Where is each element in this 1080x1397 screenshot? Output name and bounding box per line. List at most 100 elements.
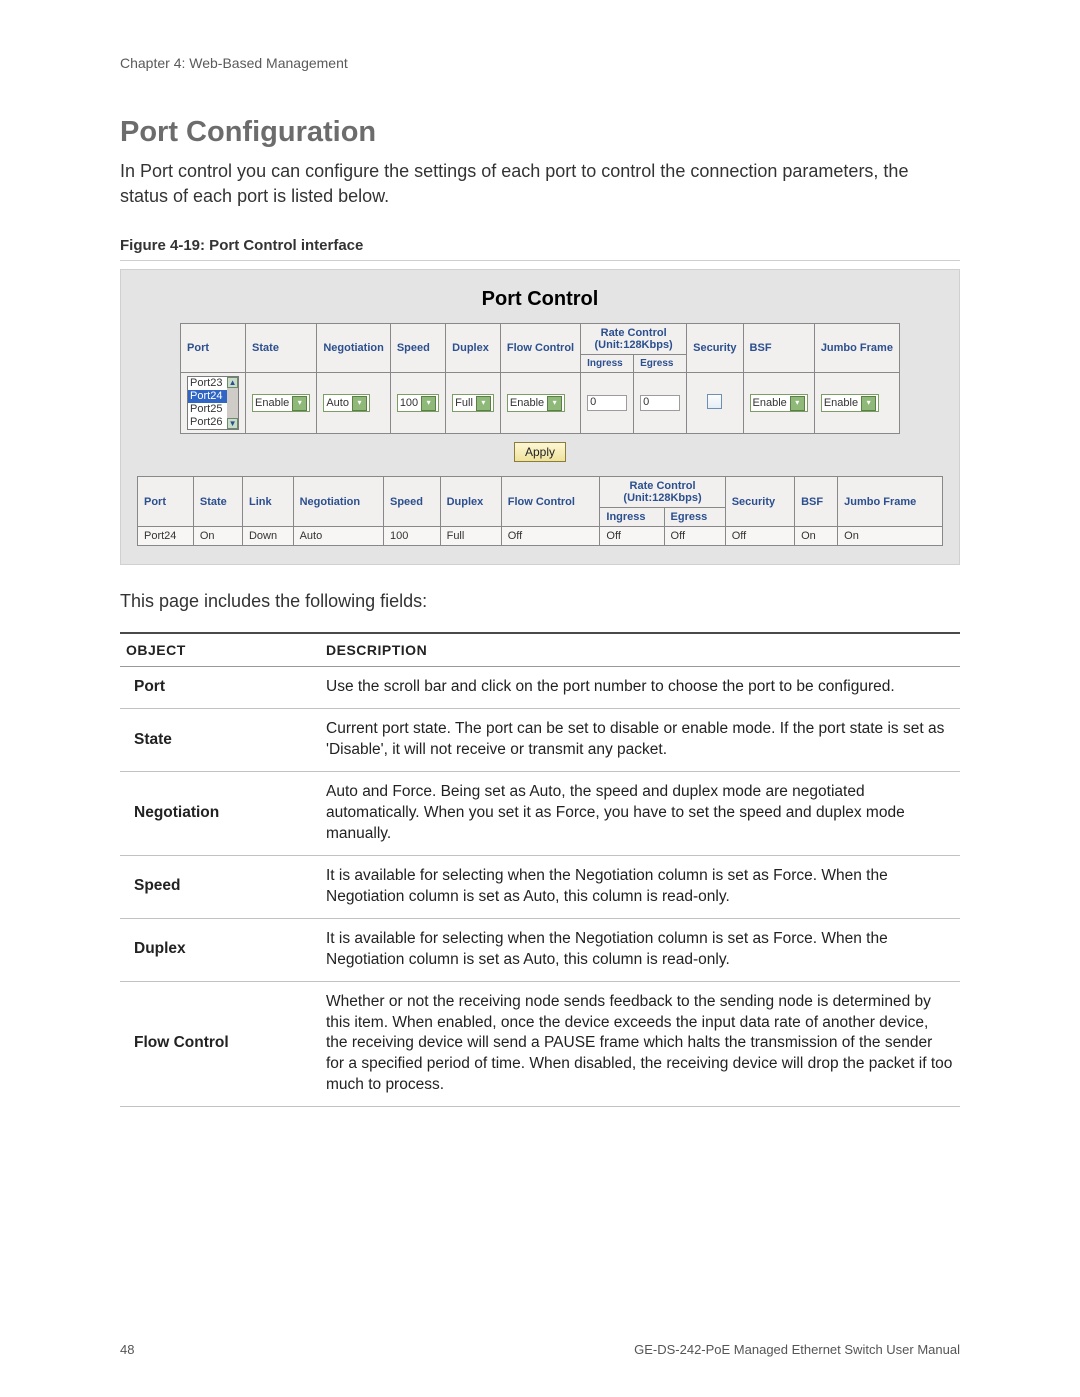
th-jumbo: Jumbo Frame xyxy=(814,324,899,373)
jumbo-value: Enable xyxy=(824,397,858,409)
duplex-value: Full xyxy=(455,397,473,409)
state-select[interactable]: Enable ▾ xyxy=(252,394,310,412)
scroll-track[interactable] xyxy=(227,388,238,418)
flow-control-value: Enable xyxy=(510,397,544,409)
fields-row: StateCurrent port state. The port can be… xyxy=(120,709,960,772)
sth-egress: Egress xyxy=(664,508,725,527)
negotiation-select[interactable]: Auto ▾ xyxy=(323,394,370,412)
sth-port: Port xyxy=(138,477,194,527)
figure-caption: Figure 4-19: Port Control interface xyxy=(120,237,960,261)
control-table: Port State Negotiation Speed Duplex Flow… xyxy=(180,323,900,434)
field-object: Duplex xyxy=(120,918,320,981)
fields-row: Flow ControlWhether or not the receiving… xyxy=(120,981,960,1107)
chevron-down-icon: ▾ xyxy=(547,396,562,411)
sth-security: Security xyxy=(725,477,794,527)
panel-title: Port Control xyxy=(137,288,943,311)
field-description: It is available for selecting when the N… xyxy=(320,918,960,981)
sth-rate-control-unit: (Unit:128Kbps) xyxy=(623,492,701,504)
status-table: Port State Link Negotiation Speed Duplex… xyxy=(137,476,943,546)
sth-speed: Speed xyxy=(383,477,440,527)
scroll-up-icon[interactable]: ▲ xyxy=(227,377,238,388)
egress-input[interactable]: 0 xyxy=(640,395,680,411)
sth-ingress: Ingress xyxy=(600,508,664,527)
field-object: State xyxy=(120,709,320,772)
chapter-label: Chapter 4: Web-Based Management xyxy=(120,55,960,71)
jumbo-select[interactable]: Enable ▾ xyxy=(821,394,879,412)
sth-flow-control: Flow Control xyxy=(501,477,600,527)
fields-row: PortUse the scroll bar and click on the … xyxy=(120,667,960,709)
th-rate-control-top: Rate Control xyxy=(601,327,667,339)
th-flow-control: Flow Control xyxy=(500,324,580,373)
th-state: State xyxy=(246,324,317,373)
ingress-input[interactable]: 0 xyxy=(587,395,627,411)
field-description: Use the scroll bar and click on the port… xyxy=(320,667,960,709)
fields-table: OBJECT DESCRIPTION PortUse the scroll ba… xyxy=(120,632,960,1107)
sth-state: State xyxy=(193,477,242,527)
fields-row: SpeedIt is available for selecting when … xyxy=(120,855,960,918)
sr-egress: Off xyxy=(664,527,725,546)
port-option[interactable]: Port26 xyxy=(188,416,227,429)
fields-row: DuplexIt is available for selecting when… xyxy=(120,918,960,981)
speed-select[interactable]: 100 ▾ xyxy=(397,394,439,412)
page-number: 48 xyxy=(120,1342,134,1357)
chevron-down-icon: ▾ xyxy=(861,396,876,411)
sr-port: Port24 xyxy=(138,527,194,546)
th-duplex: Duplex xyxy=(446,324,501,373)
th-rate-control-unit: (Unit:128Kbps) xyxy=(595,339,673,351)
fields-head-description: DESCRIPTION xyxy=(320,633,960,667)
field-description: It is available for selecting when the N… xyxy=(320,855,960,918)
security-checkbox[interactable] xyxy=(707,394,722,409)
negotiation-value: Auto xyxy=(326,397,349,409)
field-object: Flow Control xyxy=(120,981,320,1107)
th-negotiation: Negotiation xyxy=(317,324,391,373)
sth-negotiation: Negotiation xyxy=(293,477,383,527)
field-description: Current port state. The port can be set … xyxy=(320,709,960,772)
th-rate-control: Rate Control (Unit:128Kbps) xyxy=(581,324,687,355)
scroll-down-icon[interactable]: ▼ xyxy=(227,418,238,429)
bsf-value: Enable xyxy=(753,397,787,409)
flow-control-select[interactable]: Enable ▾ xyxy=(507,394,565,412)
speed-value: 100 xyxy=(400,397,418,409)
chevron-down-icon: ▾ xyxy=(421,396,436,411)
th-speed: Speed xyxy=(390,324,445,373)
sr-flow-control: Off xyxy=(501,527,600,546)
chevron-down-icon: ▾ xyxy=(352,396,367,411)
sth-rate-control: Rate Control (Unit:128Kbps) xyxy=(600,477,725,508)
th-bsf: BSF xyxy=(743,324,814,373)
section-intro: In Port control you can configure the se… xyxy=(120,159,960,209)
sr-negotiation: Auto xyxy=(293,527,383,546)
fields-row: NegotiationAuto and Force. Being set as … xyxy=(120,772,960,856)
th-security: Security xyxy=(687,324,743,373)
sr-duplex: Full xyxy=(440,527,501,546)
field-description: Whether or not the receiving node sends … xyxy=(320,981,960,1107)
sth-link: Link xyxy=(242,477,293,527)
doc-title: GE-DS-242-PoE Managed Ethernet Switch Us… xyxy=(634,1342,960,1357)
sr-jumbo: On xyxy=(838,527,943,546)
port-option[interactable]: Port25 xyxy=(188,403,227,416)
field-description: Auto and Force. Being set as Auto, the s… xyxy=(320,772,960,856)
sr-bsf: On xyxy=(795,527,838,546)
port-option[interactable]: Port23 xyxy=(188,377,227,390)
sr-state: On xyxy=(193,527,242,546)
sth-duplex: Duplex xyxy=(440,477,501,527)
sr-ingress: Off xyxy=(600,527,664,546)
field-object: Negotiation xyxy=(120,772,320,856)
chevron-down-icon: ▾ xyxy=(476,396,491,411)
fields-head-object: OBJECT xyxy=(120,633,320,667)
th-egress: Egress xyxy=(634,355,687,373)
port-option[interactable]: Port24 xyxy=(188,390,227,403)
status-row: Port24 On Down Auto 100 Full Off Off Off… xyxy=(138,527,943,546)
apply-button[interactable]: Apply xyxy=(514,442,566,462)
section-title: Port Configuration xyxy=(120,116,960,149)
post-figure-text: This page includes the following fields: xyxy=(120,591,960,612)
sth-jumbo: Jumbo Frame xyxy=(838,477,943,527)
th-ingress: Ingress xyxy=(581,355,634,373)
bsf-select[interactable]: Enable ▾ xyxy=(750,394,808,412)
port-listbox[interactable]: Port23 Port24 Port25 Port26 ▲ ▼ xyxy=(187,376,239,430)
duplex-select[interactable]: Full ▾ xyxy=(452,394,494,412)
chevron-down-icon: ▾ xyxy=(790,396,805,411)
sr-speed: 100 xyxy=(383,527,440,546)
port-control-screenshot: Port Control Port State Negotiation Spee… xyxy=(120,269,960,565)
sth-rate-control-top: Rate Control xyxy=(630,480,696,492)
th-port: Port xyxy=(181,324,246,373)
